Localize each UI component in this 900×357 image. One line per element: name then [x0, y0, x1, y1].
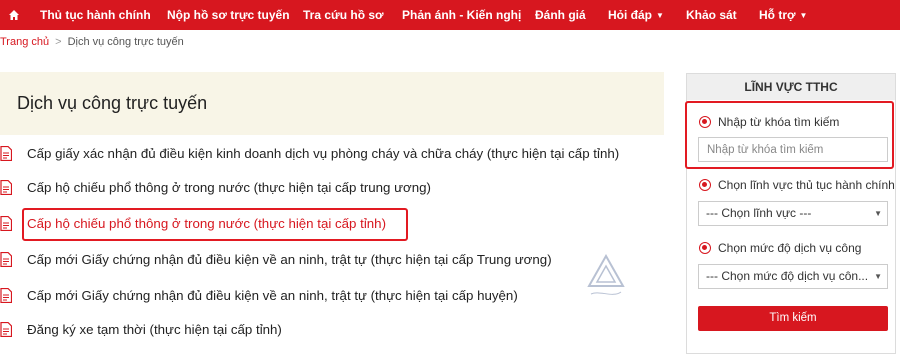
- service-link[interactable]: Cấp mới Giấy chứng nhận đủ điều kiện về …: [27, 252, 552, 267]
- top-nav: Thủ tục hành chính Nộp hồ sơ trực tuyến …: [0, 0, 900, 30]
- field-select-value: --- Chọn lĩnh vực ---: [706, 206, 812, 220]
- document-icon: [0, 252, 12, 267]
- radio-level-label[interactable]: Chọn mức độ dịch vụ công: [718, 241, 861, 255]
- nav-item-danh-gia[interactable]: Đánh giá: [535, 0, 586, 30]
- level-select[interactable]: --- Chọn mức độ dịch vụ côn... ▼: [698, 264, 888, 289]
- nav-item-khao-sat[interactable]: Khảo sát: [686, 0, 737, 30]
- page-heading-box: Dịch vụ công trực tuyến: [0, 72, 664, 135]
- nav-label: Hỗ trợ: [759, 8, 796, 22]
- service-item[interactable]: Cấp mới Giấy chứng nhận đủ điều kiện về …: [0, 285, 660, 307]
- document-icon: [0, 180, 12, 195]
- radio-field[interactable]: [699, 179, 711, 191]
- highlight-box: [685, 101, 894, 169]
- document-icon: [0, 146, 12, 161]
- chevron-down-icon: ▼: [656, 11, 664, 20]
- chevron-down-icon: ▼: [874, 272, 882, 281]
- service-item[interactable]: Cấp mới Giấy chứng nhận đủ điều kiện về …: [0, 249, 660, 271]
- service-link[interactable]: Cấp hộ chiếu phổ thông ở trong nước (thự…: [27, 180, 431, 195]
- watermark-logo: [587, 254, 625, 295]
- nav-item-phan-anh[interactable]: Phản ánh - Kiến nghị: [402, 0, 521, 30]
- nav-item-thu-tuc[interactable]: Thủ tục hành chính: [40, 0, 151, 30]
- nav-label: Nộp hồ sơ trực tuyến: [167, 8, 290, 22]
- sidebar-filter: LĨNH VỰC TTHC Nhập từ khóa tìm kiếm Chọn…: [685, 73, 896, 354]
- field-select[interactable]: --- Chọn lĩnh vực --- ▼: [698, 201, 888, 226]
- nav-label: Đánh giá: [535, 8, 586, 22]
- breadcrumb-separator: >: [55, 36, 62, 48]
- radio-field-label[interactable]: Chọn lĩnh vực thủ tục hành chính: [718, 178, 895, 192]
- breadcrumb: Trang chủ > Dịch vụ công trực tuyến: [0, 36, 184, 48]
- radio-level[interactable]: [699, 242, 711, 254]
- sidebar-title: LĨNH VỰC TTHC: [687, 74, 895, 100]
- service-item[interactable]: Cấp giấy xác nhận đủ điều kiện kinh doan…: [0, 143, 660, 165]
- level-select-value: --- Chọn mức độ dịch vụ côn...: [706, 269, 869, 283]
- nav-label: Tra cứu hồ sơ: [303, 8, 384, 22]
- nav-label: Thủ tục hành chính: [40, 8, 151, 22]
- nav-item-tra-cuu[interactable]: Tra cứu hồ sơ: [303, 0, 384, 30]
- service-link[interactable]: Cấp giấy xác nhận đủ điều kiện kinh doan…: [27, 146, 619, 161]
- nav-item-hoi-dap[interactable]: Hỏi đáp ▼: [608, 0, 664, 30]
- service-item[interactable]: Đăng ký xe tạm thời (thực hiện tại cấp t…: [0, 319, 660, 341]
- document-icon: [0, 322, 12, 337]
- page-title: Dịch vụ công trực tuyến: [17, 93, 208, 113]
- chevron-down-icon: ▼: [874, 209, 882, 218]
- service-item[interactable]: Cấp hộ chiếu phổ thông ở trong nước (thự…: [0, 177, 660, 199]
- search-button[interactable]: Tìm kiếm: [698, 306, 888, 331]
- nav-item-ho-tro[interactable]: Hỗ trợ ▼: [759, 0, 807, 30]
- document-icon: [0, 288, 12, 303]
- breadcrumb-current: Dịch vụ công trực tuyến: [67, 36, 184, 48]
- nav-label: Hỏi đáp: [608, 8, 652, 22]
- service-link[interactable]: Đăng ký xe tạm thời (thực hiện tại cấp t…: [27, 322, 282, 337]
- highlight-box: [22, 208, 408, 241]
- service-link[interactable]: Cấp mới Giấy chứng nhận đủ điều kiện về …: [27, 288, 518, 303]
- breadcrumb-home-link[interactable]: Trang chủ: [0, 36, 49, 48]
- nav-label: Khảo sát: [686, 8, 737, 22]
- nav-item-nop-ho-so[interactable]: Nộp hồ sơ trực tuyến: [167, 0, 290, 30]
- document-icon: [0, 216, 12, 231]
- chevron-down-icon: ▼: [799, 11, 808, 20]
- home-icon[interactable]: [8, 9, 20, 21]
- nav-label: Phản ánh - Kiến nghị: [402, 8, 522, 22]
